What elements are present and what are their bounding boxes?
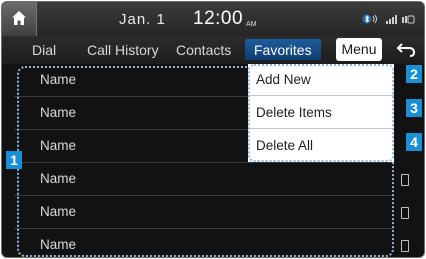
tab-call-history[interactable]: Call History <box>87 42 159 58</box>
options-dropdown: Add New Delete Items Delete All <box>248 64 394 162</box>
status-icons <box>362 14 415 24</box>
menu-item-label: Add New <box>256 72 311 87</box>
ampm-label: AM <box>246 21 257 28</box>
battery-icon <box>402 15 415 24</box>
screen-frame: Jan. 1 12:00 AM Dial Call History Contac… <box>1 1 425 258</box>
row-indicator-icon <box>401 174 409 186</box>
tab-favorites[interactable]: Favorites <box>245 39 321 60</box>
tab-contacts[interactable]: Contacts <box>176 42 231 58</box>
callout-marker-2: 2 <box>406 65 422 83</box>
time-label: 12:00 <box>193 8 244 29</box>
row-indicator-icon <box>401 240 409 252</box>
bluetooth-icon <box>362 14 377 24</box>
menu-item-delete-items[interactable]: Delete Items <box>248 97 394 129</box>
status-bar: Jan. 1 12:00 AM <box>2 2 424 36</box>
row-indicator-icon <box>401 207 409 219</box>
callout-marker-1: 1 <box>6 151 22 169</box>
callout-marker-4: 4 <box>406 133 422 151</box>
signal-icon <box>386 15 397 24</box>
back-icon[interactable] <box>396 41 416 57</box>
menu-item-label: Delete Items <box>256 105 332 120</box>
menu-button[interactable]: Menu <box>336 38 382 61</box>
callout-marker-3: 3 <box>406 99 422 117</box>
date-label: Jan. 1 <box>119 11 166 28</box>
tab-dial[interactable]: Dial <box>32 42 56 58</box>
menu-item-label: Delete All <box>256 138 314 153</box>
menu-item-add-new[interactable]: Add New <box>248 64 394 96</box>
menu-item-delete-all[interactable]: Delete All <box>248 130 394 162</box>
home-button[interactable] <box>2 2 37 36</box>
home-icon <box>12 11 26 25</box>
